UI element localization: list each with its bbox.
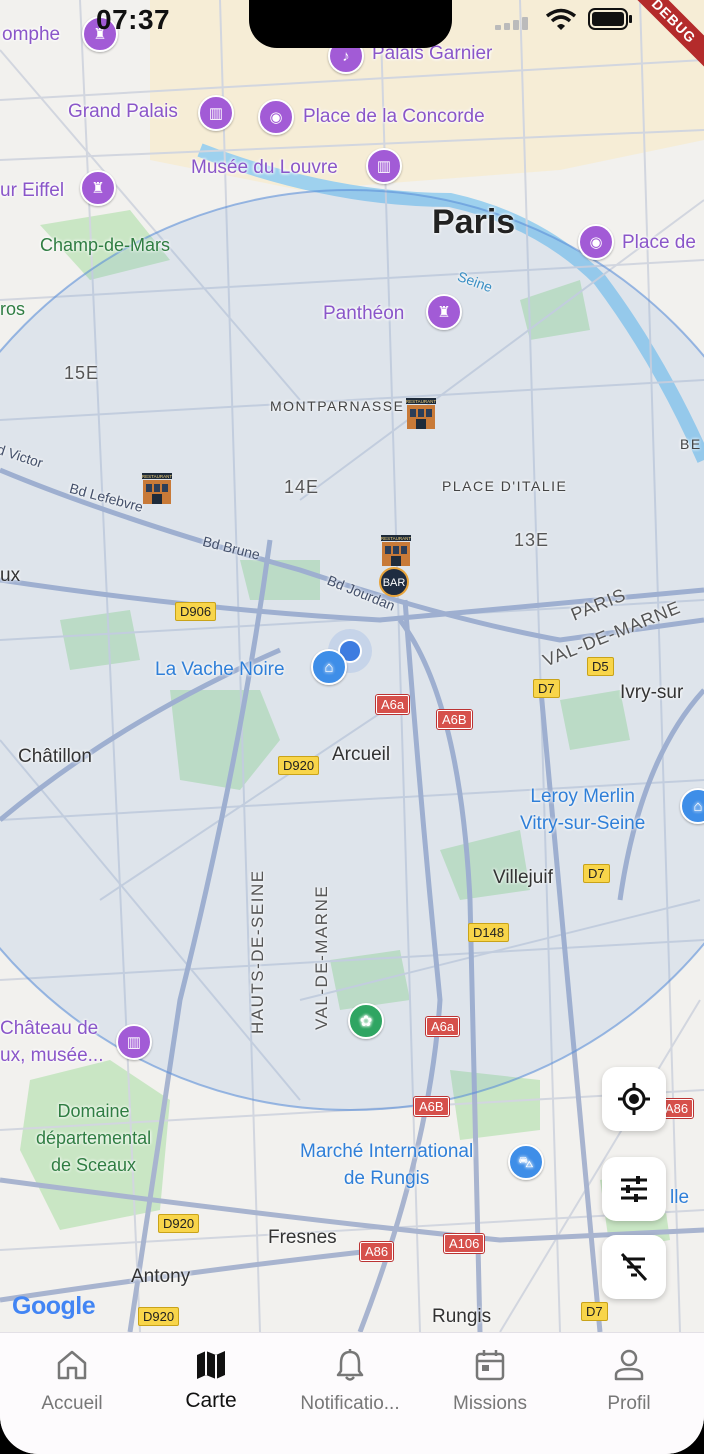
place-label: Rungis: [432, 1306, 492, 1327]
filter-settings-button[interactable]: [602, 1157, 666, 1221]
person-icon: [614, 1349, 644, 1381]
poi-label[interactable]: ur Eiffel: [0, 180, 64, 202]
poi-label[interactable]: Château de: [0, 1018, 98, 1040]
nav-label: Missions: [453, 1393, 527, 1414]
my-location-button[interactable]: [602, 1067, 666, 1131]
bottom-navigation: Accueil Carte Notificatio... Missions Pr…: [0, 1332, 704, 1454]
road-shield: D7: [583, 864, 610, 883]
highway-shield: A6B: [414, 1097, 449, 1116]
park-label: Domaine départemental de Sceaux: [36, 1101, 152, 1175]
place-label: ux: [0, 565, 21, 586]
sliders-icon: [621, 1176, 647, 1202]
store-label[interactable]: La Vache Noire: [155, 656, 285, 683]
restaurant-marker-icon[interactable]: RESTAURANT: [140, 472, 174, 504]
svg-text:RESTAURANT: RESTAURANT: [381, 536, 411, 541]
app-screen: Paris omphe ♜ ♪ Palais Garnier Grand Pal…: [0, 0, 704, 1454]
bell-icon: [336, 1349, 364, 1381]
shopping-bag-icon[interactable]: ⌂: [311, 649, 347, 685]
restaurant-marker-icon[interactable]: RESTAURANT: [379, 534, 413, 566]
road-shield: D7: [581, 1302, 608, 1321]
neighborhood-label: PLACE D'ITALIE: [442, 478, 568, 494]
nav-label: Carte: [185, 1389, 237, 1412]
nav-label: Accueil: [41, 1393, 103, 1414]
svg-text:RESTAURANT: RESTAURANT: [142, 474, 172, 479]
district-label: 13E: [514, 530, 550, 550]
dynamic-island: [249, 0, 452, 48]
nav-item-accueil[interactable]: Accueil: [2, 1347, 142, 1415]
city-label-paris: Paris: [432, 203, 516, 241]
nav-item-profil[interactable]: Profil: [559, 1347, 699, 1415]
market-label[interactable]: Marché International de Rungis: [300, 1138, 473, 1192]
poi-label[interactable]: Place de la Concorde: [303, 106, 485, 128]
place-label: Fresnes: [268, 1227, 337, 1248]
road-shield: D5: [587, 657, 614, 676]
road-shield: D920: [138, 1307, 180, 1326]
department-label: HAUTS-DE-SEINE: [248, 869, 267, 1034]
district-label: 15E: [64, 363, 100, 383]
nav-item-missions[interactable]: Missions: [420, 1347, 560, 1415]
place-label: Antony: [131, 1266, 191, 1287]
monument-icon[interactable]: ♜: [426, 294, 462, 330]
nav-item-carte[interactable]: Carte: [141, 1347, 281, 1413]
clear-filters-button[interactable]: [602, 1235, 666, 1299]
district-label: 14E: [284, 477, 320, 497]
svg-text:BAR: BAR: [383, 577, 406, 589]
highway-shield: A86: [360, 1242, 394, 1261]
poi-label[interactable]: Panthéon: [323, 303, 404, 325]
store-label[interactable]: lle: [670, 1184, 689, 1211]
place-label: BE: [680, 436, 702, 452]
home-icon: [57, 1350, 87, 1380]
museum-icon[interactable]: ▥: [198, 95, 234, 131]
camera-icon[interactable]: ◉: [258, 99, 294, 135]
road-shield: D920: [278, 756, 320, 775]
poi-label[interactable]: ux, musée...: [0, 1045, 104, 1067]
calendar-icon: [475, 1350, 505, 1381]
museum-icon[interactable]: ▥: [116, 1024, 152, 1060]
place-label: Villejuif: [493, 867, 553, 888]
neighborhood-label: MONTPARNASSE: [270, 398, 405, 414]
svg-text:RESTAURANT: RESTAURANT: [406, 399, 436, 404]
wifi-icon: [545, 8, 577, 30]
place-label: Arcueil: [332, 744, 391, 765]
camera-icon[interactable]: ◉: [578, 224, 614, 260]
highway-shield: A106: [444, 1234, 485, 1253]
place-label: Châtillon: [18, 746, 92, 767]
restaurant-marker-icon[interactable]: RESTAURANT: [404, 397, 438, 429]
battery-icon: [588, 8, 632, 30]
place-label: Ivry-sur: [620, 682, 684, 703]
nav-item-notifications[interactable]: Notificatio...: [280, 1347, 420, 1415]
crosshair-icon: [618, 1083, 650, 1115]
google-logo: Google: [12, 1290, 104, 1327]
highway-shield: A6B: [437, 710, 472, 729]
map-icon: [197, 1351, 225, 1379]
road-shield: D906: [175, 602, 217, 621]
road-shield: D7: [533, 679, 560, 698]
bar-marker-icon[interactable]: BAR: [377, 566, 411, 598]
flower-icon[interactable]: ✿: [348, 1003, 384, 1039]
highway-shield: A6a: [376, 695, 410, 714]
department-label: VAL-DE-MARNE: [312, 884, 331, 1030]
nav-label: Notificatio...: [300, 1393, 400, 1414]
status-bar: 07:37 DEBUG: [0, 0, 704, 79]
highway-shield: A6a: [426, 1017, 460, 1036]
svg-text:Google: Google: [12, 1292, 96, 1320]
cart-icon[interactable]: ⛍: [508, 1144, 544, 1180]
park-label: Champ-de-Mars: [40, 235, 171, 255]
road-shield: D148: [468, 923, 510, 942]
poi-label[interactable]: Place de: [622, 232, 696, 254]
filter-off-icon: [620, 1252, 648, 1282]
museum-icon[interactable]: ▥: [366, 148, 402, 184]
monument-icon[interactable]: ♜: [80, 170, 116, 206]
road-shield: D920: [158, 1214, 200, 1233]
store-label[interactable]: Leroy Merlin Vitry-sur-Seine: [520, 783, 645, 837]
status-time: 07:37: [96, 4, 171, 35]
nav-label: Profil: [607, 1393, 651, 1414]
place-label: ros: [0, 299, 26, 319]
cellular-signal-icon: [495, 17, 528, 30]
poi-label[interactable]: Musée du Louvre: [191, 157, 338, 179]
poi-label[interactable]: Grand Palais: [68, 101, 178, 123]
